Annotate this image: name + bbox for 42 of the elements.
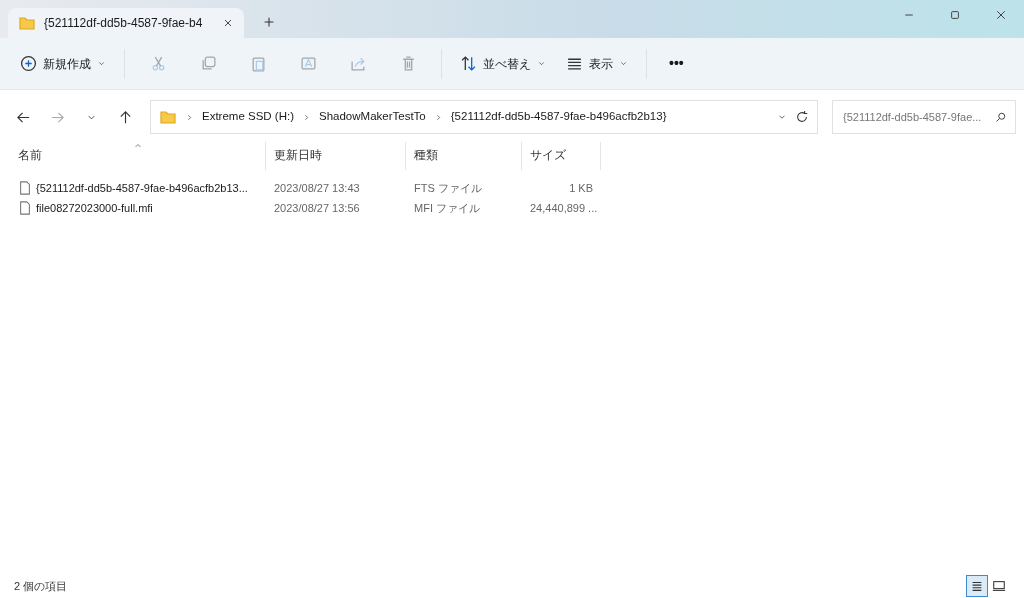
- sort-button[interactable]: 並べ替え: [452, 48, 554, 79]
- modified-date: 2023/08/27 13:43: [273, 180, 361, 196]
- close-icon[interactable]: [222, 17, 234, 29]
- file-size: 1 KB: [568, 180, 594, 196]
- column-header[interactable]: 名前: [10, 142, 266, 170]
- file-type: MFI ファイル: [413, 200, 481, 216]
- breadcrumb-item[interactable]: Extreme SSD (H:): [202, 108, 294, 126]
- file-name[interactable]: file08272023000-full.mfi: [36, 199, 153, 217]
- file-size: 24,440,899 ...: [529, 200, 599, 216]
- preview-view-icon: [992, 579, 1006, 593]
- file-icon: [18, 200, 32, 216]
- folder-icon: [18, 15, 36, 31]
- column-header[interactable]: 更新日時: [266, 142, 406, 170]
- details-view-icon: [970, 579, 984, 593]
- breadcrumb-item[interactable]: ShadowMakerTestTo: [319, 108, 426, 126]
- more-button[interactable]: •••: [657, 47, 696, 80]
- tab-title: {521112df-dd5b-4587-9fae-b4: [44, 15, 204, 32]
- tab[interactable]: {521112df-dd5b-4587-9fae-b4: [8, 8, 244, 38]
- view-toggle[interactable]: [966, 575, 988, 597]
- search-icon: [995, 111, 1007, 123]
- column-header[interactable]: サイズ: [522, 142, 601, 170]
- file-type: FTS ファイル: [413, 180, 483, 196]
- column-header[interactable]: 種類: [406, 142, 522, 170]
- search-box[interactable]: {521112df-dd5b-4587-9fae...: [832, 100, 1016, 134]
- plus-circle-icon: [20, 55, 37, 72]
- chevron-right-icon: [302, 112, 311, 122]
- modified-date: 2023/08/27 13:56: [273, 200, 361, 216]
- file-icon: [18, 180, 32, 196]
- view-button[interactable]: 表示: [558, 48, 636, 79]
- new-button[interactable]: 新規作成: [12, 48, 114, 79]
- refresh-icon[interactable]: [795, 110, 809, 124]
- close-icon: [995, 9, 1007, 21]
- chevron-right-icon: [185, 112, 194, 122]
- maximize-icon: [949, 9, 961, 21]
- sort-icon: [460, 55, 477, 72]
- address-bar[interactable]: Extreme SSD (H:) ShadowMakerTestTo {521112df-dd5b-4587-9fae-b496acfb2b13}: [150, 100, 818, 134]
- folder-icon: [159, 109, 177, 125]
- rename-icon: [299, 55, 317, 72]
- item-count: 2 個の項目: [14, 578, 68, 594]
- share-icon: [349, 55, 367, 72]
- breadcrumb-item[interactable]: {521112df-dd5b-4587-9fae-b496acfb2b13}: [450, 108, 667, 126]
- file-name[interactable]: {521112df-dd5b-4587-9fae-b496acfb2b13...: [36, 179, 248, 197]
